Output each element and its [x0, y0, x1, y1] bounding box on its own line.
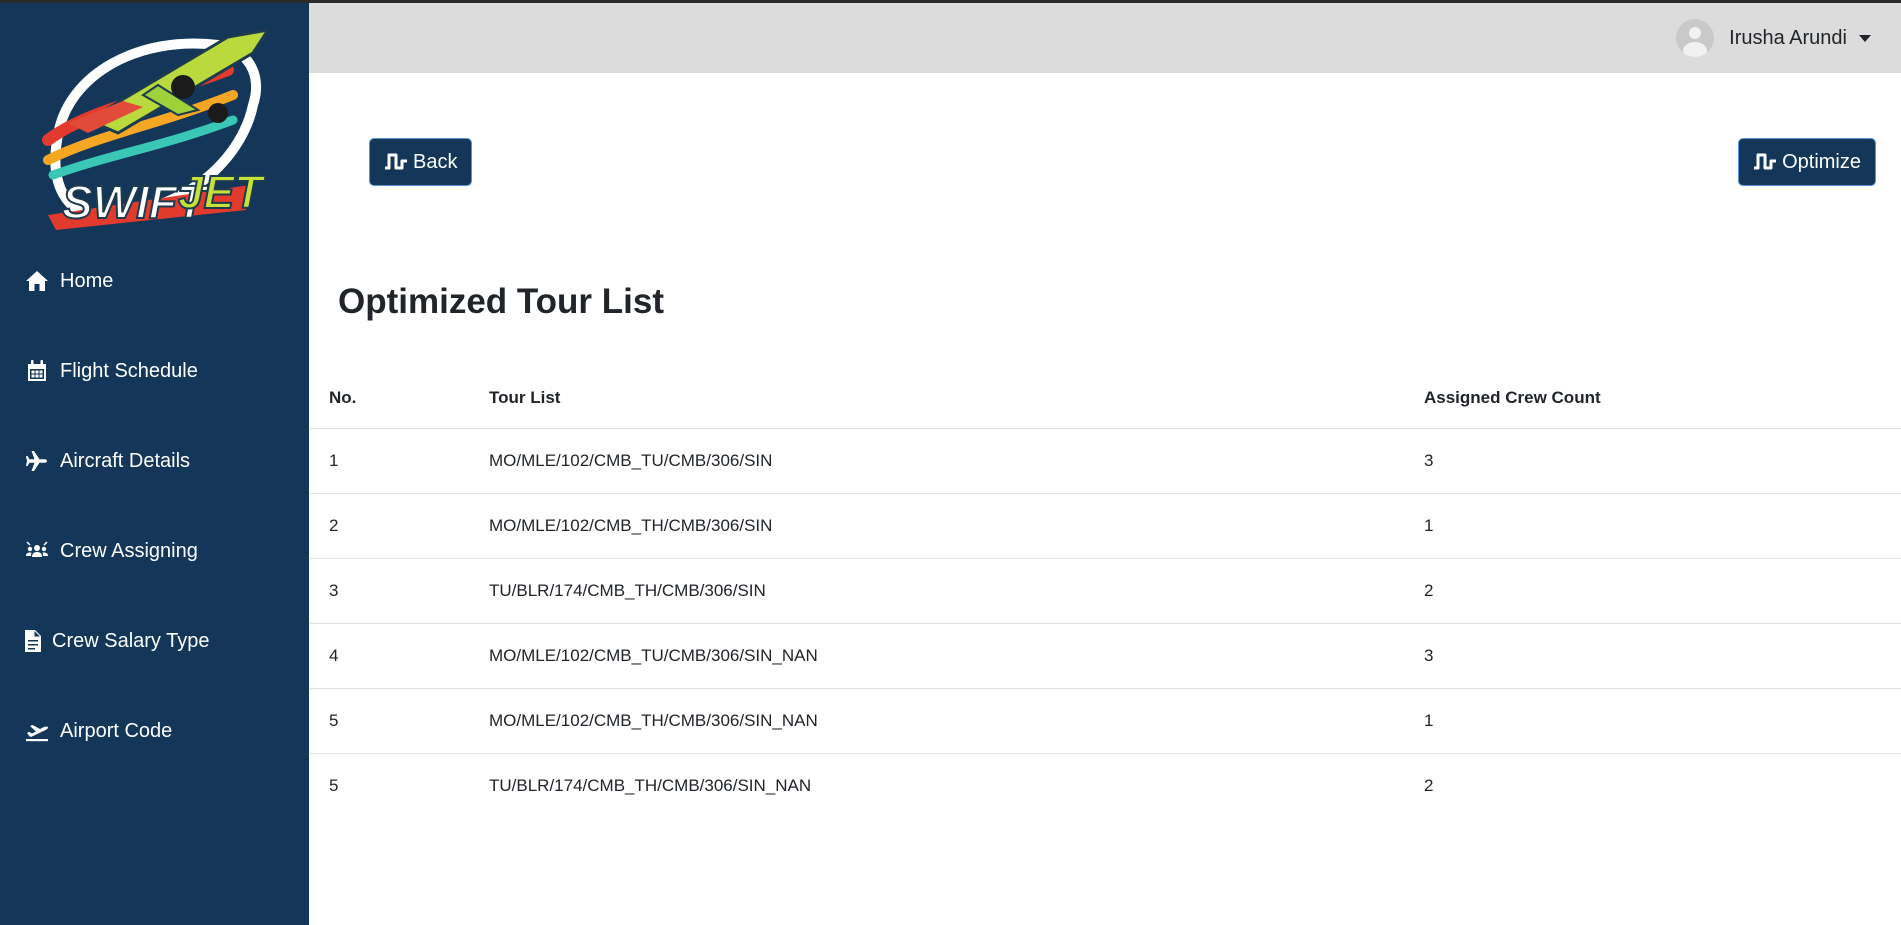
cell-tour: TU/BLR/174/CMB_TH/CMB/306/SIN [489, 558, 1424, 624]
pulse-icon [385, 153, 407, 170]
cell-tour: TU/BLR/174/CMB_TH/CMB/306/SIN_NAN [489, 775, 812, 795]
cell-count: 2 [1424, 558, 1901, 624]
page-title: Optimized Tour List [338, 282, 665, 321]
back-button[interactable]: Back [369, 138, 473, 186]
home-icon [24, 268, 50, 294]
cell-no: 2 [309, 493, 489, 559]
plane-icon [24, 448, 50, 474]
table-row: 4 MO/MLE/102/CMB_TU/CMB/306/SIN_NAN 3 [309, 623, 1901, 689]
document-icon [24, 628, 42, 654]
cell-count: 2 [1424, 775, 1434, 795]
logo-text-jet: JET [178, 166, 266, 218]
sidebar: SWIFT JET Home Flight Schedule Aircraft … [0, 3, 309, 925]
sidebar-item-crew-salary-type[interactable]: Crew Salary Type [24, 628, 209, 654]
sidebar-item-label: Home [60, 269, 114, 292]
column-header-crew-count: Assigned Crew Count [1424, 368, 1901, 429]
table-row: 3 TU/BLR/174/CMB_TH/CMB/306/SIN 2 [309, 558, 1901, 624]
crew-icon [24, 538, 50, 564]
cell-tour: MO/MLE/102/CMB_TH/CMB/306/SIN_NAN [489, 688, 1424, 754]
column-header-tour-list: Tour List [489, 368, 1424, 429]
tour-table: No. Tour List Assigned Crew Count 1 MO/M… [309, 368, 1901, 818]
column-header-no: No. [309, 368, 489, 429]
cell-no: 5 [309, 688, 489, 754]
cell-count: 1 [1424, 688, 1901, 754]
sidebar-item-aircraft-details[interactable]: Aircraft Details [24, 448, 190, 474]
sidebar-item-crew-assigning[interactable]: Crew Assigning [24, 538, 198, 564]
optimize-label: Optimize [1782, 150, 1861, 173]
table-row: 2 MO/MLE/102/CMB_TH/CMB/306/SIN 1 [309, 493, 1901, 559]
cell-tour: MO/MLE/102/CMB_TH/CMB/306/SIN [489, 493, 1424, 559]
table-header-row: No. Tour List Assigned Crew Count [309, 368, 1901, 429]
swiftjet-logo: SWIFT JET [42, 27, 272, 230]
calendar-icon [24, 358, 50, 384]
avatar [1676, 19, 1715, 57]
pulse-icon [1754, 153, 1777, 170]
table-row: 1 MO/MLE/102/CMB_TU/CMB/306/SIN 3 [309, 428, 1901, 494]
sidebar-item-label: Crew Assigning [60, 539, 198, 562]
table-row: 5 MO/MLE/102/CMB_TH/CMB/306/SIN_NAN 1 [309, 688, 1901, 754]
plane-departure-icon [24, 718, 50, 744]
cell-no: 4 [309, 623, 489, 689]
cell-count: 1 [1424, 493, 1901, 559]
optimize-button[interactable]: Optimize [1738, 138, 1876, 186]
cell-no: 3 [309, 558, 489, 624]
user-name: Irusha Arundi [1729, 26, 1847, 49]
sidebar-item-home[interactable]: Home [24, 268, 113, 294]
sidebar-item-airport-code[interactable]: Airport Code [24, 718, 172, 744]
sidebar-item-label: Flight Schedule [60, 359, 198, 382]
cell-no: 1 [309, 428, 489, 494]
cell-count: 3 [1424, 623, 1901, 689]
top-header: Irusha Arundi [309, 3, 1901, 73]
cell-tour: MO/MLE/102/CMB_TU/CMB/306/SIN [489, 428, 1424, 494]
user-menu[interactable]: Irusha Arundi [1676, 19, 1871, 57]
cell-count: 3 [1424, 428, 1901, 494]
sidebar-item-label: Airport Code [60, 719, 173, 742]
table-row: 5 TU/BLR/174/CMB_TH/CMB/306/SIN_NAN 2 [309, 753, 1901, 818]
cell-no: 5 [329, 775, 339, 795]
sidebar-item-flight-schedule[interactable]: Flight Schedule [24, 358, 198, 384]
sidebar-item-label: Aircraft Details [60, 449, 191, 472]
back-label: Back [413, 150, 458, 173]
caret-down-icon [1859, 34, 1871, 42]
sidebar-item-label: Crew Salary Type [52, 629, 210, 652]
cell-tour: MO/MLE/102/CMB_TU/CMB/306/SIN_NAN [489, 623, 1424, 689]
